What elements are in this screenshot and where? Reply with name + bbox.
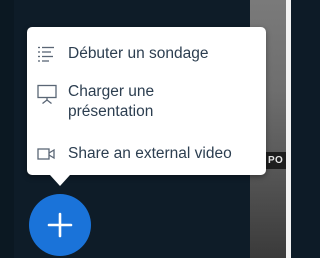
video-icon	[37, 145, 55, 163]
start-poll-label: Débuter un sondage	[68, 45, 209, 62]
plus-icon	[47, 212, 73, 238]
actions-plus-button[interactable]	[29, 194, 91, 256]
upload-presentation-menu-item[interactable]: Charger une présentation	[27, 79, 266, 125]
presentation-icon	[37, 84, 57, 105]
right-edge	[286, 0, 291, 258]
share-external-video-label: Share an external video	[68, 145, 232, 162]
share-external-video-menu-item[interactable]: Share an external video	[27, 141, 266, 167]
start-poll-menu-item[interactable]: Débuter un sondage	[27, 41, 266, 67]
actions-menu: Débuter un sondage Charger une présentat…	[27, 27, 266, 175]
menu-pointer-arrow	[50, 175, 70, 186]
poll-icon	[37, 45, 55, 63]
upload-presentation-label: Charger une présentation	[68, 83, 155, 120]
video-tile-label: PO	[265, 152, 287, 169]
background-left-panel	[0, 0, 14, 258]
